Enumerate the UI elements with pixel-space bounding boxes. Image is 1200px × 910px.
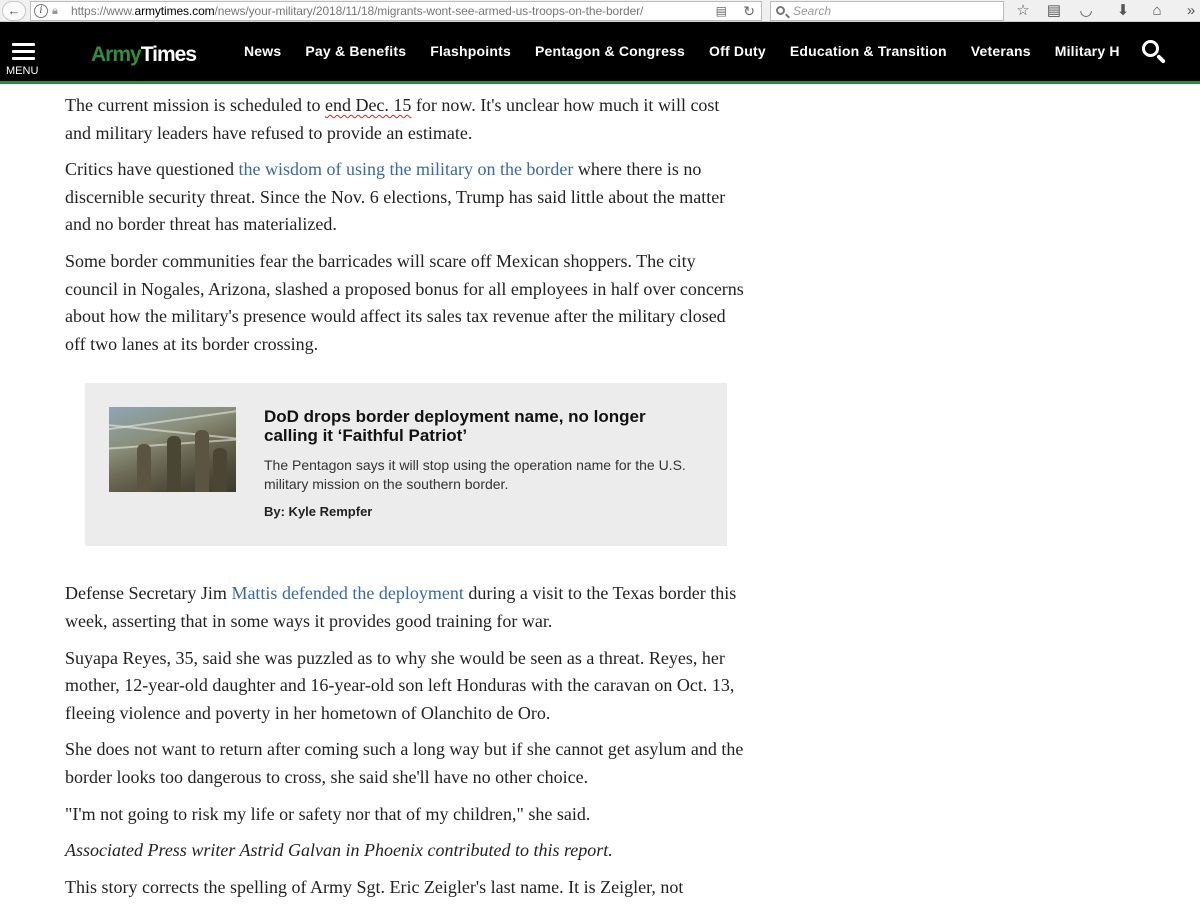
article-paragraph: She does not want to return after coming… xyxy=(65,739,744,787)
hamburger-icon xyxy=(12,43,35,64)
lock-icon: 🔒︎ xyxy=(52,5,58,17)
site-header: MENU ArmyTimes News Pay & Benefits Flash… xyxy=(0,22,1200,84)
main-nav: News Pay & Benefits Flashpoints Pentagon… xyxy=(232,22,1132,81)
related-story-byline: By: Kyle Rempfer xyxy=(264,504,373,520)
article-paragraph: Defense Secretary Jim Mattis defended th… xyxy=(65,583,737,631)
search-icon xyxy=(1142,40,1159,57)
download-icon[interactable]: ⬇ xyxy=(1112,0,1134,22)
site-info-icon[interactable]: i xyxy=(34,4,48,18)
nav-item-veterans[interactable]: Veterans xyxy=(959,22,1043,81)
url-text: https://www.armytimes.com/news/your-mili… xyxy=(71,4,644,18)
article-paragraph: "I'm not going to risk my life or safety… xyxy=(65,803,591,824)
search-icon xyxy=(776,6,785,15)
menu-button[interactable]: MENU xyxy=(0,22,48,81)
related-story-summary: The Pentagon says it will stop using the… xyxy=(264,457,686,493)
mattis-defended-deployment-link[interactable]: Mattis defended the deployment xyxy=(231,583,463,603)
overflow-menu-icon[interactable]: » xyxy=(1180,0,1200,22)
article-paragraph: Critics have questioned the wisdom of us… xyxy=(65,159,726,235)
back-button[interactable]: ← xyxy=(2,1,26,21)
nav-item-flashpoints[interactable]: Flashpoints xyxy=(418,22,523,81)
home-icon[interactable]: ⌂ xyxy=(1146,0,1168,22)
nav-item-pay-benefits[interactable]: Pay & Benefits xyxy=(293,22,418,81)
article-paragraph: Some border communities fear the barrica… xyxy=(65,250,744,354)
wisdom-military-border-link[interactable]: the wisdom of using the military on the … xyxy=(238,159,573,179)
article-correction: This story corrects the spelling of Army… xyxy=(65,876,684,897)
pocket-icon[interactable]: ◡ xyxy=(1075,0,1097,22)
browser-search-input[interactable]: Search xyxy=(770,1,1004,21)
address-bar[interactable]: i 🔒︎ https://www.armytimes.com/news/your… xyxy=(30,1,762,21)
back-arrow-icon: ← xyxy=(7,3,21,18)
reload-icon[interactable]: ↻ xyxy=(743,2,755,20)
nav-item-military-h[interactable]: Military H xyxy=(1043,22,1132,81)
nav-item-education-transition[interactable]: Education & Transition xyxy=(778,22,959,81)
reader-view-icon[interactable]: ▤ xyxy=(716,3,727,19)
site-logo[interactable]: ArmyTimes xyxy=(91,43,197,67)
nav-item-news[interactable]: News xyxy=(232,22,293,81)
bookmark-star-icon[interactable]: ☆ xyxy=(1012,0,1034,22)
spellcheck-flagged-text: end Dec. 15 xyxy=(324,95,412,115)
related-story-card[interactable]: DoD drops border deployment name, no lon… xyxy=(85,383,727,547)
article-body: The current mission is scheduled to end … xyxy=(65,92,745,910)
site-search-button[interactable] xyxy=(1140,38,1168,66)
search-placeholder: Search xyxy=(793,4,832,18)
article-paragraph: Suyapa Reyes, 35, said she was puzzled a… xyxy=(65,647,735,723)
menu-label: MENU xyxy=(6,65,39,77)
nav-item-off-duty[interactable]: Off Duty xyxy=(697,22,778,81)
related-story-title[interactable]: DoD drops border deployment name, no lon… xyxy=(264,407,704,445)
nav-item-pentagon-congress[interactable]: Pentagon & Congress xyxy=(523,22,697,81)
article-credit: Associated Press writer Astrid Galvan in… xyxy=(65,840,613,861)
browser-toolbar: ← i 🔒︎ https://www.armytimes.com/news/yo… xyxy=(0,0,1200,22)
reading-list-icon[interactable]: ▤ xyxy=(1043,0,1065,22)
article-paragraph: The current mission is scheduled to end … xyxy=(65,95,720,143)
related-story-thumbnail[interactable] xyxy=(109,407,236,493)
